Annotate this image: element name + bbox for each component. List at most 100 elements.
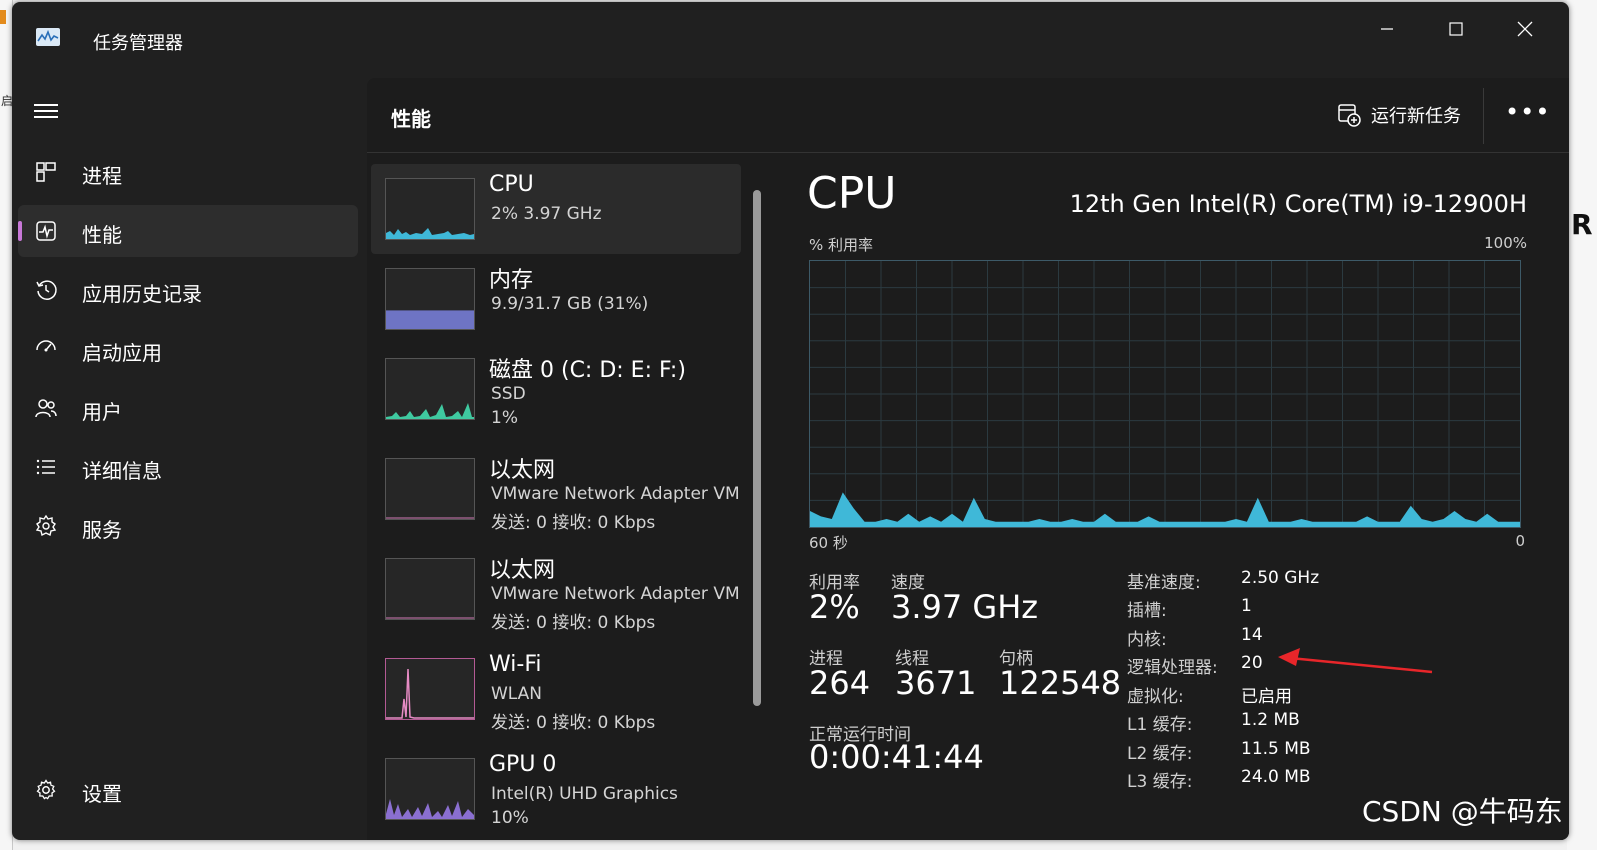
device-item-ethernet-1[interactable]: 以太网 VMware Network Adapter VM 发送: 0 接收: … xyxy=(371,444,741,534)
spec-label: 基准速度: xyxy=(1127,573,1201,593)
device-thumbnail-graph xyxy=(385,558,475,620)
startup-icon xyxy=(36,340,56,352)
nav-item-performance[interactable]: 性能 xyxy=(18,205,358,257)
performance-content: 性能 运行新任务 ••• CPU 2% 3.97 GHz 内存 9.9/31.7… xyxy=(367,78,1569,840)
detail-title: CPU xyxy=(807,168,897,219)
nav-item-label: 应用历史记录 xyxy=(82,282,202,306)
spec-value: 20 xyxy=(1241,653,1263,673)
nav-item-startup-apps[interactable]: 启动应用 xyxy=(18,323,358,375)
task-manager-icon xyxy=(36,28,60,46)
nav-item-services[interactable]: 服务 xyxy=(18,500,358,552)
background-window-edge-right: R xyxy=(1567,0,1597,850)
device-item-gpu-0[interactable]: GPU 0 Intel(R) UHD Graphics 10% xyxy=(371,744,741,834)
device-item-disk-0[interactable]: 磁盘 0 (C: D: E: F:) SSD 1% xyxy=(371,344,741,434)
nav-item-label: 进程 xyxy=(82,164,122,188)
device-item-memory[interactable]: 内存 9.9/31.7 GB (31%) xyxy=(371,254,741,344)
processes-icon xyxy=(36,162,56,182)
device-thumbnail-graph xyxy=(385,358,475,420)
run-task-icon xyxy=(1338,104,1361,127)
device-thumbnail-graph xyxy=(385,178,475,240)
device-name: 以太网 xyxy=(489,458,556,483)
uptime-value: 0:00:41:44 xyxy=(809,738,984,776)
handles-value: 122548 xyxy=(999,664,1122,702)
spec-value: 24.0 MB xyxy=(1241,767,1311,787)
maximize-button[interactable] xyxy=(1433,10,1479,48)
details-icon xyxy=(36,459,55,475)
spec-label: 插槽: xyxy=(1127,601,1167,621)
spec-value: 14 xyxy=(1241,625,1263,645)
device-detail: 发送: 0 接收: 0 Kbps xyxy=(491,713,656,733)
minimize-button[interactable] xyxy=(1364,10,1410,48)
device-name: 以太网 xyxy=(489,558,556,583)
nav-item-processes[interactable]: 进程 xyxy=(18,146,358,198)
close-icon xyxy=(1517,21,1533,37)
hamburger-menu-button[interactable] xyxy=(34,100,58,122)
header-divider xyxy=(1483,88,1484,144)
device-detail: 9.9/31.7 GB (31%) xyxy=(491,294,649,314)
device-list-scrollbar[interactable] xyxy=(753,190,761,706)
device-detail: 1% xyxy=(491,408,518,428)
watermark: CSDN @牛码东 xyxy=(1362,795,1563,828)
device-item-wifi[interactable]: Wi-Fi WLAN 发送: 0 接收: 0 Kbps xyxy=(371,644,741,734)
device-item-ethernet-2[interactable]: 以太网 VMware Network Adapter VM 发送: 0 接收: … xyxy=(371,544,741,634)
nav-item-label: 详细信息 xyxy=(82,459,162,483)
chart-y-label: % 利用率 xyxy=(809,236,874,254)
cpu-model-name: 12th Gen Intel(R) Core(TM) i9-12900H xyxy=(1069,190,1527,218)
nav-item-users[interactable]: 用户 xyxy=(18,382,358,434)
background-text-fragment: R xyxy=(1571,208,1593,241)
device-detail: WLAN xyxy=(491,684,543,704)
spec-label: L3 缓存: xyxy=(1127,772,1193,792)
device-item-cpu[interactable]: CPU 2% 3.97 GHz xyxy=(371,164,741,254)
processes-value: 264 xyxy=(809,664,871,702)
device-detail: 发送: 0 接收: 0 Kbps xyxy=(491,513,656,533)
minimize-icon xyxy=(1381,28,1393,30)
close-button[interactable] xyxy=(1502,10,1548,48)
annotation-arrow-icon xyxy=(1278,648,1433,674)
page-title: 性能 xyxy=(391,107,431,131)
nav-item-app-history[interactable]: 应用历史记录 xyxy=(18,264,358,316)
background-app-icon xyxy=(0,10,6,24)
device-detail: 10% xyxy=(491,808,529,828)
device-detail: 2% 3.97 GHz xyxy=(491,204,602,224)
chart-y-max-label: 100% xyxy=(1484,234,1527,252)
cpu-usage-chart xyxy=(809,260,1521,528)
speed-value: 3.97 GHz xyxy=(891,588,1039,626)
device-name: 磁盘 0 (C: D: E: F:) xyxy=(489,358,686,383)
nav-item-label: 用户 xyxy=(82,400,122,424)
device-thumbnail-graph xyxy=(385,458,475,520)
spec-value: 1.2 MB xyxy=(1241,710,1300,730)
nav-item-details[interactable]: 详细信息 xyxy=(18,441,358,493)
nav-item-label: 启动应用 xyxy=(82,341,162,365)
device-detail: SSD xyxy=(491,384,526,404)
history-icon xyxy=(36,280,57,300)
performance-icon xyxy=(36,221,56,241)
device-name: GPU 0 xyxy=(489,752,557,777)
users-icon xyxy=(35,399,57,418)
run-task-label: 运行新任务 xyxy=(1371,106,1461,127)
services-icon xyxy=(35,514,57,537)
device-detail: 发送: 0 接收: 0 Kbps xyxy=(491,613,656,633)
chart-x-start-label: 60 秒 xyxy=(809,534,848,552)
device-thumbnail-graph xyxy=(385,758,475,820)
chart-x-end-label: 0 xyxy=(1515,532,1525,550)
spec-label: 虚拟化: xyxy=(1127,687,1184,707)
device-detail: Intel(R) UHD Graphics xyxy=(491,784,678,804)
maximize-icon xyxy=(1449,22,1463,36)
nav-item-label: 设置 xyxy=(82,782,122,806)
active-indicator xyxy=(18,221,22,241)
nav-item-settings[interactable]: 设置 xyxy=(18,764,358,816)
device-detail: VMware Network Adapter VM xyxy=(491,484,740,504)
device-thumbnail-graph xyxy=(385,268,475,330)
spec-value: 1 xyxy=(1241,596,1252,616)
task-manager-window: 任务管理器 进程 性能 应用历史记录 启动应用 用户 详细信息 服务 设置 性能… xyxy=(12,2,1569,840)
utilization-value: 2% xyxy=(809,588,860,626)
run-new-task-button[interactable]: 运行新任务 xyxy=(1337,102,1461,128)
nav-item-label: 性能 xyxy=(82,223,122,247)
chart-gridlines xyxy=(810,261,1520,527)
spec-label: L1 缓存: xyxy=(1127,715,1193,735)
title-bar: 任务管理器 xyxy=(12,2,1569,78)
more-options-button[interactable]: ••• xyxy=(1505,98,1550,126)
device-detail: VMware Network Adapter VM xyxy=(491,584,740,604)
gear-icon xyxy=(36,779,56,800)
threads-value: 3671 xyxy=(895,664,977,702)
